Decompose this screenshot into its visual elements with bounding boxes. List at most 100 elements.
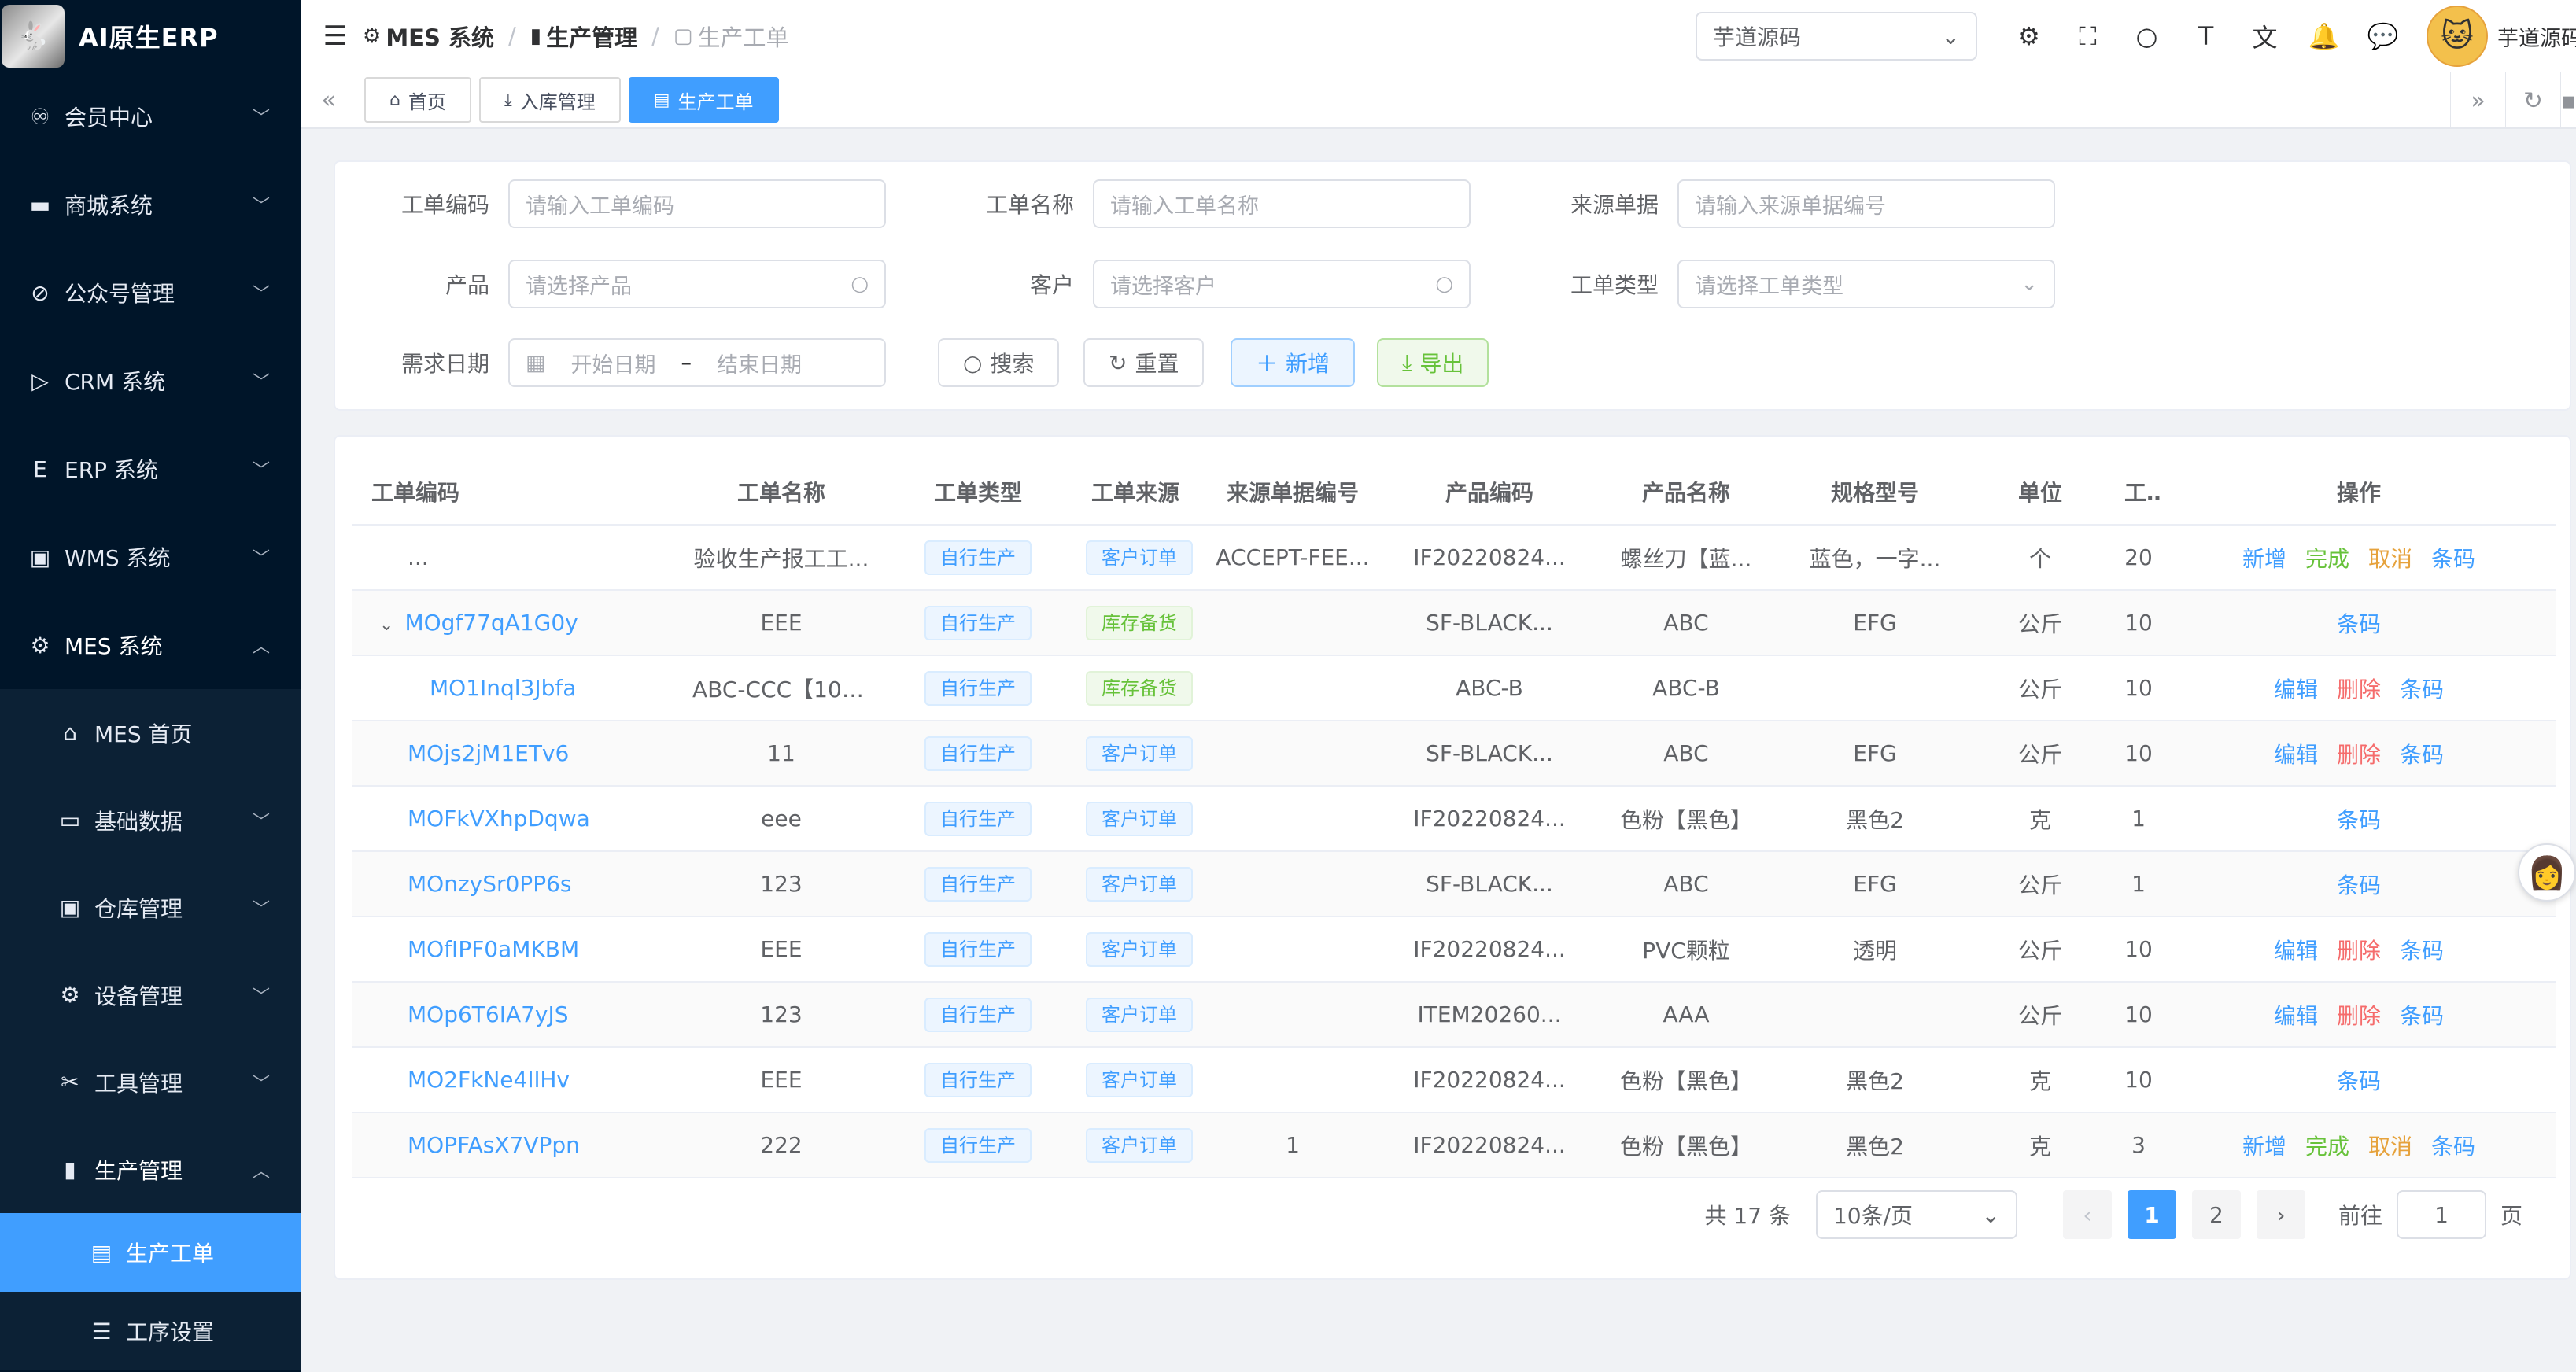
mes-item-2[interactable]: ▣ 仓库管理 ﹀ [0, 864, 301, 951]
column-header[interactable]: 工单 [2115, 459, 2162, 526]
mes-item-1[interactable]: ▭ 基础数据 ﹀ [0, 776, 301, 864]
grid-icon[interactable]: ▪ [2560, 72, 2576, 129]
hamburger-icon[interactable]: ☰ [308, 20, 363, 52]
add-child-button[interactable]: 新增 [2242, 1130, 2286, 1161]
complete-button[interactable]: 完成 [2305, 1130, 2349, 1161]
bell-icon[interactable]: 🔔 [2294, 21, 2353, 51]
sidebar-item-0[interactable]: ♾ 会员中心 ﹀ [0, 72, 301, 160]
complete-button[interactable]: 完成 [2305, 542, 2349, 574]
mes-item-0[interactable]: ⌂ MES 首页 [0, 689, 301, 776]
production-item-1[interactable]: ☰ 工序设置 [0, 1292, 301, 1370]
work-order-code[interactable]: MOfIPF0aMKBM [408, 936, 579, 962]
refresh-icon[interactable]: ↻ [2505, 72, 2560, 129]
tags-scroll-left-icon[interactable]: « [301, 72, 356, 128]
edit-button[interactable]: 编辑 [2274, 999, 2318, 1031]
page-1-button[interactable]: 1 [2127, 1190, 2176, 1239]
work-order-code[interactable]: MOFkVXhpDqwa [408, 806, 590, 832]
tags-scroll-right-icon[interactable]: » [2450, 72, 2505, 129]
table-row[interactable]: ⌄ MOgf77qA1G0y EEE 自行生产 库存备货 SF-BLACK... ABC EF… [352, 590, 2556, 656]
column-header[interactable]: 产品编码 [1391, 459, 1588, 526]
table-row[interactable]: MOPFAsX7VPpn 222 自行生产 客户订单 1 IF20220824... 色粉【… [352, 1112, 2556, 1178]
work-order-code[interactable]: MOjs2jM1ETv6 [408, 740, 569, 766]
barcode-button[interactable]: 条码 [2337, 869, 2381, 900]
table-row[interactable]: MO1Inql3Jbfa ABC-CCC【10】... 自行生产 库存备货 ABC-B A… [352, 655, 2556, 721]
delete-button[interactable]: 删除 [2337, 934, 2381, 965]
sidebar-item-1[interactable]: ▬ 商城系统 ﹀ [0, 160, 301, 249]
column-header[interactable]: 单位 [1965, 459, 2115, 526]
date-end[interactable]: 结束日期 [717, 348, 802, 378]
barcode-button[interactable]: 条码 [2400, 673, 2444, 704]
column-header[interactable]: 工单名称 [683, 459, 880, 526]
table-row[interactable]: MOjs2jM1ETv6 11 自行生产 客户订单 SF-BLACK... ABC EFG 公… [352, 721, 2556, 787]
barcode-button[interactable]: 条码 [2400, 738, 2444, 769]
sidebar-item-6[interactable]: ⚙ MES 系统 ︿ [0, 601, 301, 689]
source-input[interactable]: 请输入来源单据编号 [1677, 179, 2055, 228]
customer-select[interactable]: 请选择客户 ○ [1093, 260, 1471, 308]
name-input[interactable]: 请输入工单名称 [1093, 179, 1471, 228]
work-order-code[interactable]: MOp6T6IA7yJS [408, 1001, 569, 1027]
date-start[interactable]: 开始日期 [571, 348, 656, 378]
code-input[interactable]: 请输入工单编码 [508, 179, 886, 228]
logo[interactable]: 🐇 AI原生ERP [0, 0, 301, 72]
sidebar-item-5[interactable]: ▣ WMS 系统 ﹀ [0, 513, 301, 601]
work-order-code[interactable]: MOnzySr0PP6s [408, 871, 571, 897]
sidebar-item-2[interactable]: ⊘ 公众号管理 ﹀ [0, 249, 301, 337]
tenant-select[interactable]: 芋道源码 ⌄ [1696, 12, 1977, 61]
column-header[interactable]: 工单来源 [1076, 459, 1194, 526]
column-header[interactable]: 工单编码 [352, 459, 683, 526]
page-size-select[interactable]: 10条/页 ⌄ [1815, 1190, 2017, 1239]
edit-button[interactable]: 编辑 [2274, 673, 2318, 704]
reset-button[interactable]: ↻ 重置 [1083, 338, 1205, 387]
mes-item-5[interactable]: ▮ 生产管理 ︿ [0, 1126, 301, 1213]
work-order-code[interactable]: MOPFAsX7VPpn [408, 1132, 580, 1158]
chat-icon[interactable]: 💬 [2353, 21, 2412, 51]
add-child-button[interactable]: 新增 [2242, 542, 2286, 574]
font-size-icon[interactable]: T [2176, 21, 2235, 51]
translate-icon[interactable]: 文 [2235, 18, 2294, 54]
search-button[interactable]: ○ 搜索 [938, 338, 1060, 387]
table-row[interactable]: MOfIPF0aMKBM EEE 自行生产 客户订单 IF20220824... PVC颗… [352, 917, 2556, 983]
mes-item-3[interactable]: ⚙ 设备管理 ﹀ [0, 951, 301, 1038]
mes-item-4[interactable]: ✂ 工具管理 ﹀ [0, 1038, 301, 1126]
expand-icon[interactable]: ⌄ [379, 615, 393, 635]
delete-button[interactable]: 删除 [2337, 999, 2381, 1031]
table-row[interactable]: MOFkVXhpDqwa eee 自行生产 客户订单 IF20220824... 色粉【黑… [352, 786, 2556, 852]
column-header[interactable]: 产品名称 [1588, 459, 1784, 526]
tag-home[interactable]: ⌂ 首页 [364, 77, 471, 123]
type-select[interactable]: 请选择工单类型 ⌄ [1677, 260, 2055, 308]
delete-button[interactable]: 删除 [2337, 673, 2381, 704]
avatar[interactable]: 🐱 [2427, 6, 2488, 67]
page-2-button[interactable]: 2 [2191, 1190, 2241, 1239]
breadcrumb-item-production[interactable]: ▮ 生产管理 [530, 20, 637, 53]
table-row[interactable]: MOp6T6IA7yJS 123 自行生产 客户订单 ITEM20260... AAA 公斤… [352, 982, 2556, 1048]
date-range-picker[interactable]: ▦ 开始日期 – 结束日期 [508, 338, 886, 387]
assistant-avatar[interactable]: 👩 [2518, 843, 2576, 902]
tag-production-order[interactable]: ▤ 生产工单 [628, 77, 779, 123]
work-order-code[interactable]: MO2FkNe4IlHv [408, 1067, 570, 1093]
cancel-button[interactable]: 取消 [2368, 542, 2412, 574]
table-row[interactable]: MO2FkNe4IlHv EEE 自行生产 客户订单 IF20220824... 色粉【黑… [352, 1047, 2556, 1113]
product-select[interactable]: 请选择产品 ○ [508, 260, 886, 308]
search-icon[interactable]: ○ [2117, 21, 2176, 51]
barcode-button[interactable]: 条码 [2337, 607, 2381, 639]
column-header[interactable]: 操作 [2162, 459, 2556, 526]
column-header[interactable]: 规格型号 [1784, 459, 1965, 526]
goto-page-input[interactable]: 1 [2396, 1190, 2486, 1239]
production-item-0[interactable]: ▤ 生产工单 [0, 1213, 301, 1292]
export-button[interactable]: ⤓ 导出 [1377, 338, 1489, 387]
table-row[interactable]: ... 验收生产报工工... 自行生产 客户订单 ACCEPT-FEE... IF2022… [352, 525, 2556, 591]
column-header[interactable]: 来源单据编号 [1194, 459, 1391, 526]
settings-icon[interactable]: ⚙ [1999, 21, 2058, 51]
fullscreen-icon[interactable]: ⛶ [2058, 21, 2117, 52]
work-order-code[interactable]: MOgf77qA1G0y [404, 610, 578, 636]
next-page-button[interactable]: › [2256, 1190, 2305, 1239]
barcode-button[interactable]: 条码 [2337, 1064, 2381, 1096]
barcode-button[interactable]: 条码 [2400, 999, 2444, 1031]
breadcrumb-item-mes[interactable]: ⚙ MES 系统 [363, 20, 494, 53]
barcode-button[interactable]: 条码 [2431, 542, 2475, 574]
delete-button[interactable]: 删除 [2337, 738, 2381, 769]
username[interactable]: 芋道源码 [2497, 21, 2576, 52]
prev-page-button[interactable]: ‹ [2062, 1190, 2112, 1239]
table-row[interactable]: MOnzySr0PP6s 123 自行生产 客户订单 SF-BLACK... ABC EFG… [352, 851, 2556, 917]
edit-button[interactable]: 编辑 [2274, 738, 2318, 769]
